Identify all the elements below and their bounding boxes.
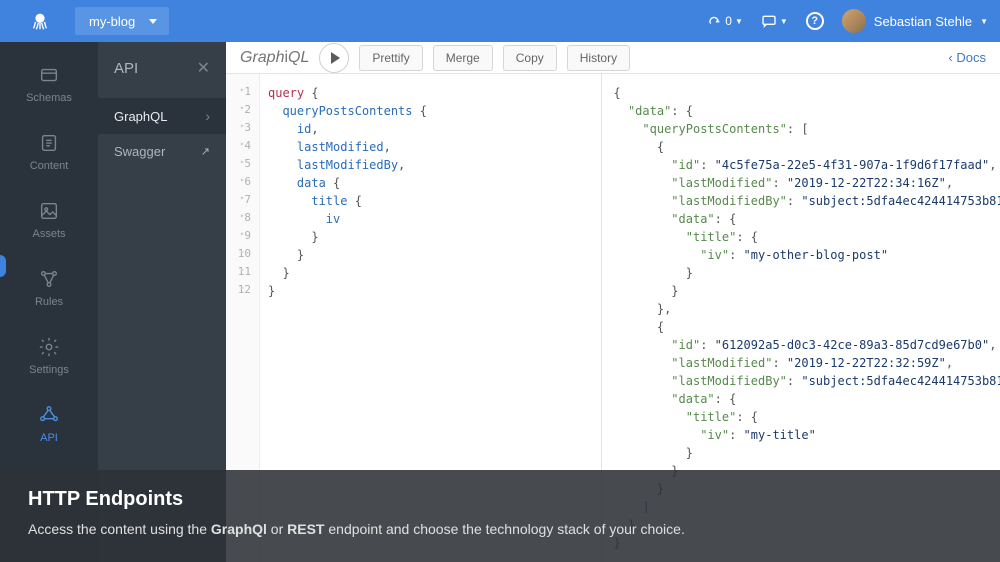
chevron-down-icon: ▼	[780, 17, 788, 26]
sidebar-item-graphql[interactable]: GraphQL ›	[98, 98, 226, 134]
user-name: Sebastian Stehle	[874, 14, 972, 29]
user-menu[interactable]: Sebastian Stehle ▼	[842, 9, 988, 33]
docs-link[interactable]: Docs	[948, 50, 986, 65]
nav-schemas[interactable]: Schemas	[0, 50, 98, 118]
overlay-text: Access the content using the GraphQl or …	[28, 521, 972, 537]
graphiql-toolbar: GraphiQL Prettify Merge Copy History Doc…	[226, 42, 1000, 74]
nav-settings[interactable]: Settings	[0, 322, 98, 390]
nav-content[interactable]: Content	[0, 118, 98, 186]
panel-title: API ✕	[98, 58, 226, 98]
help-icon[interactable]: ?	[806, 12, 824, 30]
prettify-button[interactable]: Prettify	[359, 45, 422, 71]
chevron-down-icon: ▼	[735, 17, 743, 26]
sync-icon[interactable]: 0 ▼	[706, 13, 743, 29]
overlay-title: HTTP Endpoints	[28, 488, 972, 511]
history-button[interactable]: History	[567, 45, 630, 71]
top-right-actions: 0 ▼ ▼ ? Sebastian Stehle ▼	[706, 9, 988, 33]
avatar	[842, 9, 866, 33]
external-link-icon: ↗	[201, 145, 210, 158]
app-logo[interactable]	[12, 10, 67, 32]
execute-button[interactable]	[319, 43, 349, 73]
graphiql-logo: GraphiQL	[240, 49, 309, 67]
app-name: my-blog	[89, 14, 135, 29]
merge-button[interactable]: Merge	[433, 45, 493, 71]
top-bar: my-blog 0 ▼ ▼ ? Sebastian Stehle ▼	[0, 0, 1000, 42]
chat-icon[interactable]: ▼	[761, 13, 788, 29]
sidebar-item-swagger[interactable]: Swagger ↗	[98, 134, 226, 169]
chevron-down-icon: ▼	[980, 17, 988, 26]
copy-button[interactable]: Copy	[503, 45, 557, 71]
nav-api[interactable]: API	[0, 390, 98, 458]
app-selector[interactable]: my-blog	[75, 7, 169, 35]
nav-rules[interactable]: Rules	[0, 254, 98, 322]
close-icon[interactable]: ✕	[197, 58, 210, 78]
chevron-right-icon: ›	[205, 108, 210, 124]
tour-overlay: HTTP Endpoints Access the content using …	[0, 470, 1000, 562]
nav-assets[interactable]: Assets	[0, 186, 98, 254]
tour-indicator[interactable]	[0, 255, 6, 277]
